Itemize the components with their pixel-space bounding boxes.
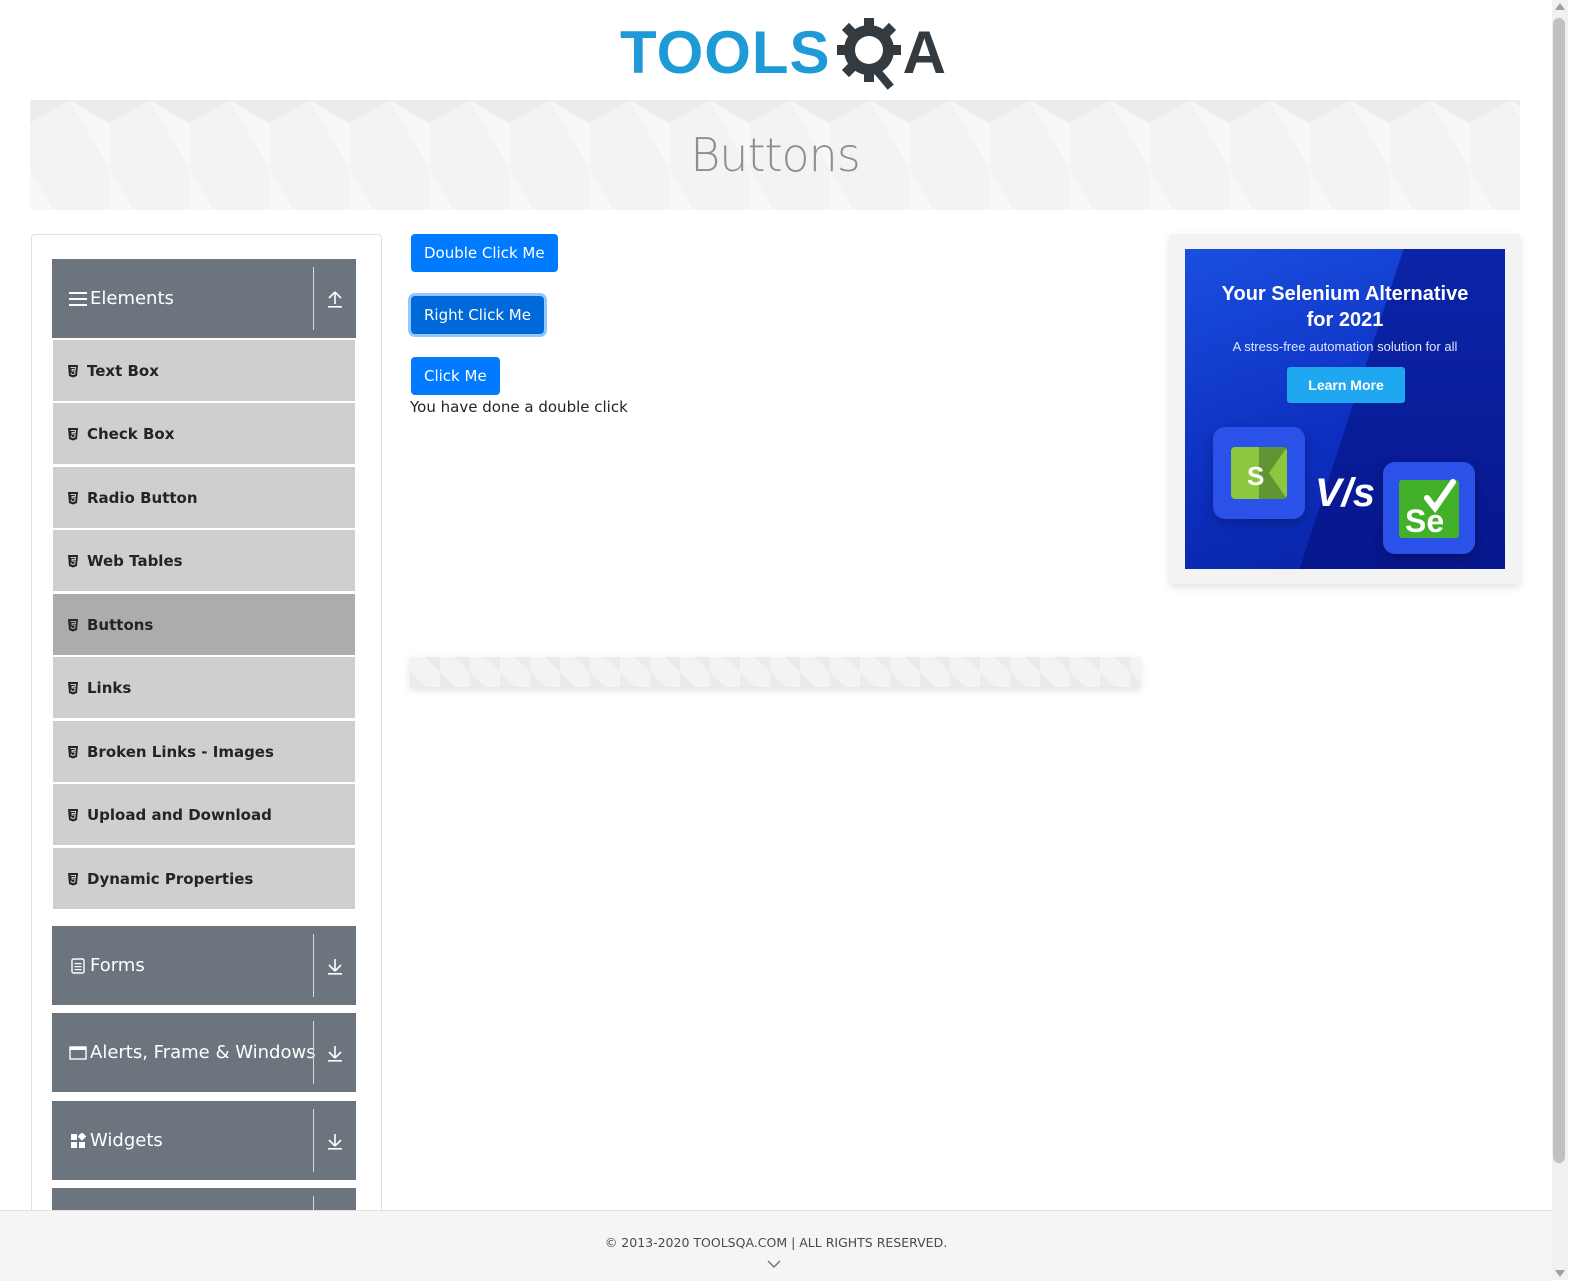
ad-placeholder-strip — [410, 657, 1140, 687]
group-header-forms[interactable]: Forms — [52, 926, 356, 1005]
right-click-button[interactable]: Right Click Me — [411, 296, 544, 334]
html5-icon — [68, 554, 78, 567]
arrow-down-icon[interactable] — [313, 1021, 356, 1084]
double-click-message: You have done a double click — [410, 398, 628, 416]
menu-item-links[interactable]: Links — [53, 657, 355, 718]
document-icon — [68, 956, 88, 976]
arrow-up-icon[interactable] — [313, 267, 356, 330]
scroll-up-arrow-icon[interactable] — [1555, 3, 1565, 10]
menu-item-label: Links — [87, 678, 132, 697]
menu-item-label: Web Tables — [87, 551, 183, 570]
ad-title-line2: for 2021 — [1306, 309, 1384, 331]
copyright-text: © 2013-2020 TOOLSQA.COM | ALL RIGHTS RES… — [604, 1235, 948, 1250]
logo-text-a: A — [902, 19, 946, 86]
menu-item-label: Check Box — [87, 424, 175, 443]
menu-item-label: Buttons — [87, 615, 154, 634]
logo-text-tools: TOOLS — [620, 19, 831, 86]
menu-item-web-tables[interactable]: Web Tables — [53, 530, 355, 591]
menu-item-label: Upload and Download — [87, 805, 272, 824]
menu-item-broken-links[interactable]: Broken Links - Images — [53, 721, 355, 782]
vertical-scrollbar[interactable] — [1552, 0, 1568, 1280]
group-title: Alerts, Frame & Windows — [90, 1042, 316, 1063]
html5-icon — [68, 427, 78, 440]
selenium-letters: Se — [1405, 503, 1444, 539]
menu-item-buttons[interactable]: Buttons — [53, 594, 355, 655]
html5-icon — [68, 364, 78, 377]
menu-item-label: Dynamic Properties — [87, 869, 254, 888]
group-title: Elements — [90, 288, 174, 309]
menu-item-label: Text Box — [87, 361, 159, 380]
versus-text: V/s — [1315, 471, 1376, 515]
selenium-logo-icon: Se — [1399, 479, 1459, 539]
group-header-elements[interactable]: Elements — [52, 259, 356, 338]
left-product-tile: S — [1213, 427, 1305, 519]
group-title: Forms — [90, 955, 145, 976]
widgets-icon — [68, 1131, 88, 1151]
page-banner: Buttons — [30, 100, 1520, 210]
scroll-down-arrow-icon[interactable] — [1555, 1270, 1565, 1277]
ad-subtitle: A stress-free automation solution for al… — [1232, 339, 1458, 354]
advertisement[interactable]: Your Selenium Alternative for 2021 A str… — [1185, 249, 1505, 569]
click-me-button[interactable]: Click Me — [411, 357, 500, 395]
html5-icon — [68, 681, 78, 694]
right-product-tile: Se — [1383, 462, 1475, 554]
double-click-button[interactable]: Double Click Me — [411, 234, 558, 272]
menu-item-upload-download[interactable]: Upload and Download — [53, 784, 355, 845]
footer: © 2013-2020 TOOLSQA.COM | ALL RIGHTS RES… — [0, 1210, 1552, 1281]
ad-title-line1: Your Selenium Alternative — [1221, 283, 1469, 305]
group-title: Widgets — [90, 1130, 163, 1151]
group-header-alerts[interactable]: Alerts, Frame & Windows — [52, 1013, 356, 1092]
menu-item-label: Broken Links - Images — [87, 742, 274, 761]
katalon-logo-icon: S — [1231, 447, 1287, 499]
menu-item-label: Radio Button — [87, 488, 198, 507]
menu-lines-icon — [68, 289, 88, 309]
window-icon — [68, 1043, 88, 1063]
learn-more-button[interactable]: Learn More — [1287, 367, 1405, 403]
html5-icon — [68, 745, 78, 758]
menu-item-text-box[interactable]: Text Box — [53, 340, 355, 401]
left-sidebar: Elements Text Box Check Box Radio Button… — [31, 234, 382, 1225]
html5-icon — [68, 618, 78, 631]
katalon-letter: S — [1247, 461, 1264, 491]
group-header-widgets[interactable]: Widgets — [52, 1101, 356, 1180]
arrow-down-icon[interactable] — [313, 1109, 356, 1172]
html5-icon — [68, 491, 78, 504]
html5-icon — [68, 872, 78, 885]
ad-title: Your Selenium Alternative for 2021 — [1185, 281, 1505, 333]
menu-item-radio-button[interactable]: Radio Button — [53, 467, 355, 528]
page-title: Buttons — [690, 128, 861, 182]
gear-magnifier-icon — [836, 18, 901, 90]
toolsqa-logo[interactable]: TOOLS A — [620, 14, 946, 92]
menu-item-check-box[interactable]: Check Box — [53, 403, 355, 464]
menu-item-dynamic-properties[interactable]: Dynamic Properties — [53, 848, 355, 909]
scrollbar-thumb[interactable] — [1553, 18, 1565, 1163]
arrow-down-icon[interactable] — [313, 934, 356, 997]
chevron-down-icon[interactable] — [766, 1259, 782, 1269]
html5-icon — [68, 808, 78, 821]
